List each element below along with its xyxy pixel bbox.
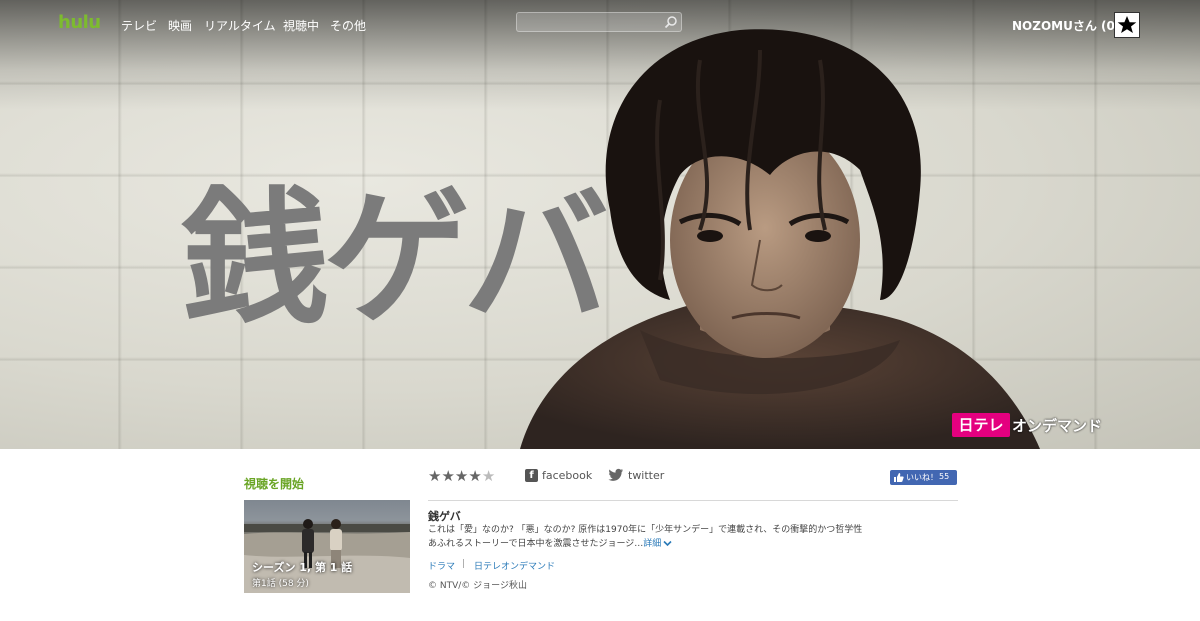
avatar[interactable] [1114, 12, 1140, 38]
nav-item-tv[interactable]: テレビ [121, 17, 157, 34]
chevron-down-icon [663, 540, 672, 547]
nav-item-watching[interactable]: 視聴中 [283, 17, 319, 34]
rating-star-icon[interactable]: ★ [428, 467, 441, 485]
hero-title: 銭ゲバ [182, 173, 609, 344]
star-icon [1117, 16, 1137, 33]
rating-star-icon[interactable]: ★ [468, 467, 481, 485]
twitter-icon [608, 468, 623, 481]
episode-subtitle: 第1話 (58 分) [252, 579, 309, 589]
more-details-link[interactable]: 詳細 [643, 539, 672, 549]
facebook-label: facebook [542, 469, 593, 482]
episode-title: シーズン 1, 第 1 話 [252, 561, 353, 574]
rating-star-icon[interactable]: ★ [455, 467, 468, 485]
search-icon[interactable] [664, 15, 678, 29]
ntv-logo-text: オンデマンド [1012, 417, 1103, 435]
rating-star-icon[interactable]: ★ [441, 467, 454, 485]
facebook-like-button[interactable]: いいね！ 55 [890, 470, 957, 485]
nav-item-realtime[interactable]: リアルタイム [204, 17, 276, 34]
hero-banner: 銭ゲバ hulu テレビ 映画 リアルタイム 視聴中 その他 NOZOMUさん … [0, 0, 1200, 449]
more-details-label: 詳細 [643, 539, 662, 549]
twitter-label: twitter [628, 469, 665, 482]
top-navigation: hulu テレビ 映画 リアルタイム 視聴中 その他 NOZOMUさん (0) [0, 0, 1200, 48]
search-input[interactable] [516, 12, 682, 32]
category-link-ntv-on-demand[interactable]: 日テレオンデマンド [474, 559, 555, 572]
ntv-logo-box: 日テレ [952, 413, 1010, 437]
user-menu[interactable]: NOZOMUさん (0) [1012, 17, 1120, 34]
rating-star-icon[interactable]: ★ [482, 467, 495, 485]
show-title: 銭ゲバ [428, 510, 461, 523]
facebook-icon: f [525, 469, 538, 482]
start-watching-label: 視聴を開始 [244, 477, 305, 491]
star-rating[interactable]: ★★★★★ [428, 466, 495, 485]
category-separator: | [462, 559, 466, 569]
show-description: これは「愛」なのか? 「悪」なのか? 原作は1970年に「少年サンデー」で連載さ… [428, 523, 868, 551]
nav-item-other[interactable]: その他 [330, 17, 366, 34]
copyright-notice: © NTV/© ジョージ秋山 [428, 581, 527, 591]
thumbs-up-icon [894, 473, 904, 482]
divider [428, 500, 958, 501]
category-link-drama[interactable]: ドラマ [428, 559, 455, 572]
hulu-logo[interactable]: hulu [58, 12, 101, 33]
episode-card[interactable]: シーズン 1, 第 1 話 第1話 (58 分) [244, 500, 410, 593]
nav-item-movies[interactable]: 映画 [168, 17, 192, 34]
like-label: いいね！ [906, 473, 938, 482]
like-count: 55 [939, 472, 950, 481]
